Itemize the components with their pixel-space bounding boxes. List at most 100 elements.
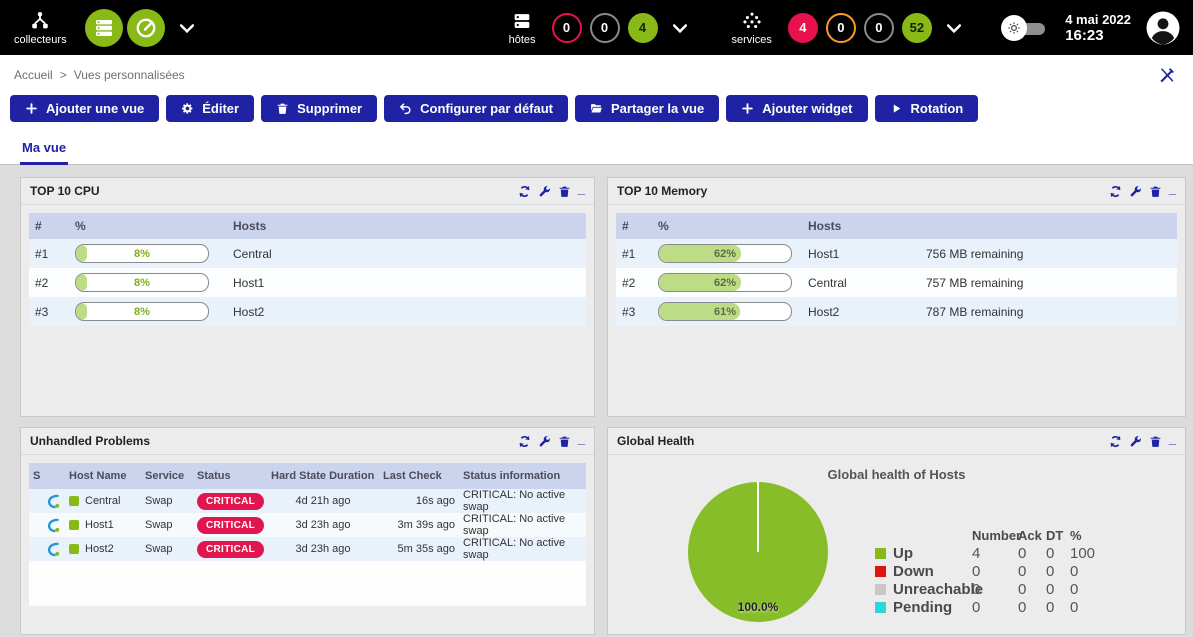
breadcrumb: Accueil > Vues personnalisées	[14, 68, 185, 82]
centreon-logo-icon	[46, 494, 61, 509]
breadcrumb-accueil[interactable]: Accueil	[14, 68, 53, 82]
user-avatar[interactable]	[1145, 10, 1181, 46]
refresh-icon[interactable]	[518, 185, 531, 198]
delete-view-button[interactable]: Supprimer	[261, 95, 377, 122]
status-badge: CRITICAL	[197, 517, 264, 534]
column-header	[920, 213, 1177, 239]
minimize-widget-icon[interactable]: _	[578, 431, 585, 446]
legend-row-down: Down 0 0 0 0	[875, 562, 1108, 580]
widget-title: Global Health	[617, 434, 694, 448]
host-name[interactable]: Host1	[227, 268, 586, 297]
memory-remaining: 757 MB remaining	[920, 268, 1177, 297]
rotation-button[interactable]: Rotation	[875, 95, 979, 122]
services-warning-counter[interactable]: 0	[826, 13, 856, 43]
minimize-widget-icon[interactable]: _	[578, 181, 585, 196]
host-name[interactable]: Central	[85, 495, 120, 507]
column-header: Status	[193, 463, 267, 489]
last-check: 16s ago	[379, 489, 459, 513]
host-name[interactable]: Central	[227, 239, 586, 268]
service-name[interactable]: Swap	[141, 489, 193, 513]
table-row: #1 62% Host1 756 MB remaining	[616, 239, 1177, 268]
set-default-button[interactable]: Configurer par défaut	[384, 95, 568, 122]
delete-widget-icon[interactable]	[558, 435, 571, 448]
host-status-up-indicator	[69, 544, 79, 554]
theme-toggle[interactable]	[1001, 14, 1047, 42]
edit-view-button[interactable]: Éditer	[166, 95, 254, 122]
centreon-logo-icon	[46, 518, 61, 533]
host-name[interactable]: Host2	[85, 543, 114, 555]
services-unknown-counter[interactable]: 0	[864, 13, 894, 43]
delete-widget-icon[interactable]	[558, 185, 571, 198]
last-check: 3m 39s ago	[379, 513, 459, 537]
plus-icon	[741, 102, 754, 115]
host-name[interactable]: Host1	[85, 519, 114, 531]
refresh-icon[interactable]	[1109, 185, 1122, 198]
host-name[interactable]: Central	[802, 268, 920, 297]
refresh-icon[interactable]	[1109, 435, 1122, 448]
legend-swatch-up	[875, 548, 886, 559]
pollers-chevron-down-icon[interactable]	[177, 18, 197, 38]
pie-slice-divider	[757, 482, 759, 552]
poller-stats-button[interactable]	[127, 9, 165, 47]
hosts-label: hôtes	[509, 34, 536, 46]
pollers-icon	[29, 10, 51, 32]
widget-top10-memory: TOP 10 Memory _ # % Hosts #1	[607, 177, 1186, 417]
hosts-menu[interactable]: hôtes	[509, 10, 536, 46]
view-tabs: Ma vue	[0, 130, 1193, 165]
services-ok-counter[interactable]: 52	[902, 13, 932, 43]
refresh-icon[interactable]	[518, 435, 531, 448]
delete-widget-icon[interactable]	[1149, 435, 1162, 448]
host-name[interactable]: Host2	[802, 297, 920, 326]
services-critical-counter[interactable]: 4	[788, 13, 818, 43]
service-name[interactable]: Swap	[141, 513, 193, 537]
services-menu[interactable]: services	[732, 10, 772, 46]
hard-state-duration: 3d 23h ago	[267, 513, 379, 537]
pie-percentage-label: 100.0%	[688, 600, 828, 614]
widget-title: TOP 10 Memory	[617, 184, 707, 198]
status-information: CRITICAL: No active swap	[459, 537, 586, 561]
services-icon	[741, 10, 763, 32]
edit-dashboard-icon[interactable]	[1157, 65, 1177, 85]
poller-list-button[interactable]	[85, 9, 123, 47]
delete-widget-icon[interactable]	[1149, 185, 1162, 198]
legend-swatch-down	[875, 566, 886, 577]
server-stack-icon	[92, 16, 116, 40]
column-header: %	[69, 213, 227, 239]
folder-icon	[590, 102, 603, 115]
services-chevron-down-icon[interactable]	[944, 18, 964, 38]
host-status-up-indicator	[69, 496, 79, 506]
add-view-button[interactable]: Ajouter une vue	[10, 95, 159, 122]
breadcrumb-vues-personnalisees[interactable]: Vues personnalisées	[74, 68, 185, 82]
settings-wrench-icon[interactable]	[1129, 185, 1142, 198]
minimize-widget-icon[interactable]: _	[1169, 181, 1176, 196]
undo-icon	[399, 102, 412, 115]
table-row: #2 8% Host1	[29, 268, 586, 297]
hosts-up-counter[interactable]: 4	[628, 13, 658, 43]
settings-wrench-icon[interactable]	[538, 185, 551, 198]
settings-wrench-icon[interactable]	[538, 435, 551, 448]
host-name[interactable]: Host1	[802, 239, 920, 268]
gauge-icon	[134, 16, 158, 40]
host-status-up-indicator	[69, 520, 79, 530]
add-widget-button[interactable]: Ajouter widget	[726, 95, 867, 122]
column-header: Last Check	[379, 463, 459, 489]
legend-header: %	[1070, 528, 1108, 544]
minimize-widget-icon[interactable]: _	[1169, 431, 1176, 446]
legend-swatch-unreachable	[875, 584, 886, 595]
hosts-down-counter[interactable]: 0	[552, 13, 582, 43]
settings-wrench-icon[interactable]	[1129, 435, 1142, 448]
column-header: Hosts	[227, 213, 586, 239]
widget-global-health: Global Health _ Global health of Hosts 1…	[607, 427, 1186, 635]
service-name[interactable]: Swap	[141, 537, 193, 561]
hosts-unreachable-counter[interactable]: 0	[590, 13, 620, 43]
memory-usage-bar: 61%	[658, 302, 792, 321]
pollers-menu[interactable]: collecteurs	[14, 10, 67, 46]
legend-header: Number	[972, 528, 1018, 544]
hosts-chevron-down-icon[interactable]	[670, 18, 690, 38]
host-name[interactable]: Host2	[227, 297, 586, 326]
centreon-logo-icon	[46, 542, 61, 557]
trash-icon	[276, 102, 289, 115]
tab-ma-vue[interactable]: Ma vue	[20, 134, 68, 165]
column-header: #	[616, 213, 652, 239]
share-view-button[interactable]: Partager la vue	[575, 95, 719, 122]
